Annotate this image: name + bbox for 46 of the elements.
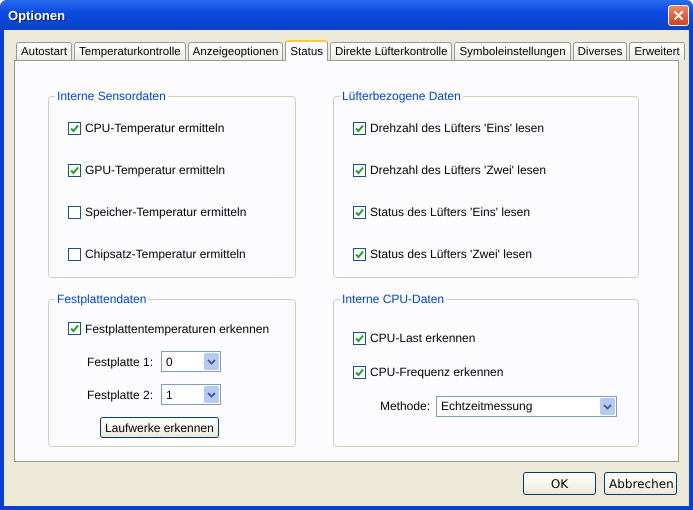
checkbox[interactable] (353, 332, 366, 344)
dropdown[interactable]: Echtzeitmessung (436, 396, 617, 416)
checkbox[interactable] (68, 322, 81, 335)
field-label: Festplatte 1: (87, 354, 154, 368)
checkbox-label[interactable]: CPU-Temperatur ermitteln (85, 121, 224, 135)
field-label: Festplatte 2: (87, 388, 154, 402)
detect-drives-button[interactable]: Laufwerke erkennen (100, 417, 219, 438)
group-title: Interne CPU-Daten (340, 292, 446, 306)
field-label: Methode: (380, 399, 432, 413)
group-title: Lüfterbezogene Daten (340, 89, 463, 103)
cancel-button[interactable]: Abbrechen (604, 472, 677, 495)
checkbox-label[interactable]: CPU-Frequenz erkennen (370, 365, 504, 379)
checkbox-label[interactable]: Chipsatz-Temperatur ermitteln (85, 247, 246, 261)
checkbox[interactable] (353, 248, 366, 260)
checkbox[interactable] (353, 366, 366, 378)
checkbox-label[interactable]: Status des Lüfters 'Zwei' lesen (370, 247, 532, 261)
checkbox[interactable] (353, 122, 366, 134)
tab[interactable]: Anzeigeoptionen (188, 42, 284, 60)
group-title: Interne Sensordaten (55, 89, 168, 103)
dropdown[interactable]: 1 (161, 384, 221, 405)
tab[interactable]: Autostart (16, 42, 72, 60)
checkbox-label[interactable]: CPU-Last erkennen (370, 331, 476, 345)
tab[interactable]: Direkte Lüfterkontrolle (330, 42, 452, 60)
checkbox-label[interactable]: Speicher-Temperatur ermitteln (85, 205, 246, 219)
checkbox-label[interactable]: Drehzahl des Lüfters 'Eins' lesen (370, 121, 544, 135)
checkbox[interactable] (68, 248, 81, 260)
tab[interactable]: Status (285, 40, 328, 61)
checkbox-label[interactable]: Festplattentemperaturen erkennen (85, 322, 270, 336)
tab[interactable]: Erweitert (629, 42, 685, 60)
dropdown[interactable]: 0 (161, 351, 221, 372)
close-icon[interactable] (673, 10, 684, 20)
checkbox[interactable] (68, 206, 81, 218)
tab[interactable]: Temperaturkontrolle (74, 42, 186, 60)
group-title: Festplattendaten (55, 292, 148, 306)
checkbox-label[interactable]: Status des Lüfters 'Eins' lesen (370, 205, 530, 219)
ok-button[interactable]: OK (523, 472, 596, 495)
close-button[interactable] (668, 4, 689, 26)
checkbox[interactable] (353, 206, 366, 218)
window-title: Optionen (8, 8, 66, 22)
checkbox[interactable] (68, 122, 81, 134)
checkbox[interactable] (68, 164, 81, 176)
checkbox[interactable] (353, 164, 366, 176)
tab[interactable]: Symboleinstellungen (454, 42, 571, 60)
checkbox-label[interactable]: Drehzahl des Lüfters 'Zwei' lesen (370, 163, 546, 177)
checkbox-label[interactable]: GPU-Temperatur ermitteln (85, 163, 226, 177)
tab[interactable]: Diverses (572, 42, 628, 60)
